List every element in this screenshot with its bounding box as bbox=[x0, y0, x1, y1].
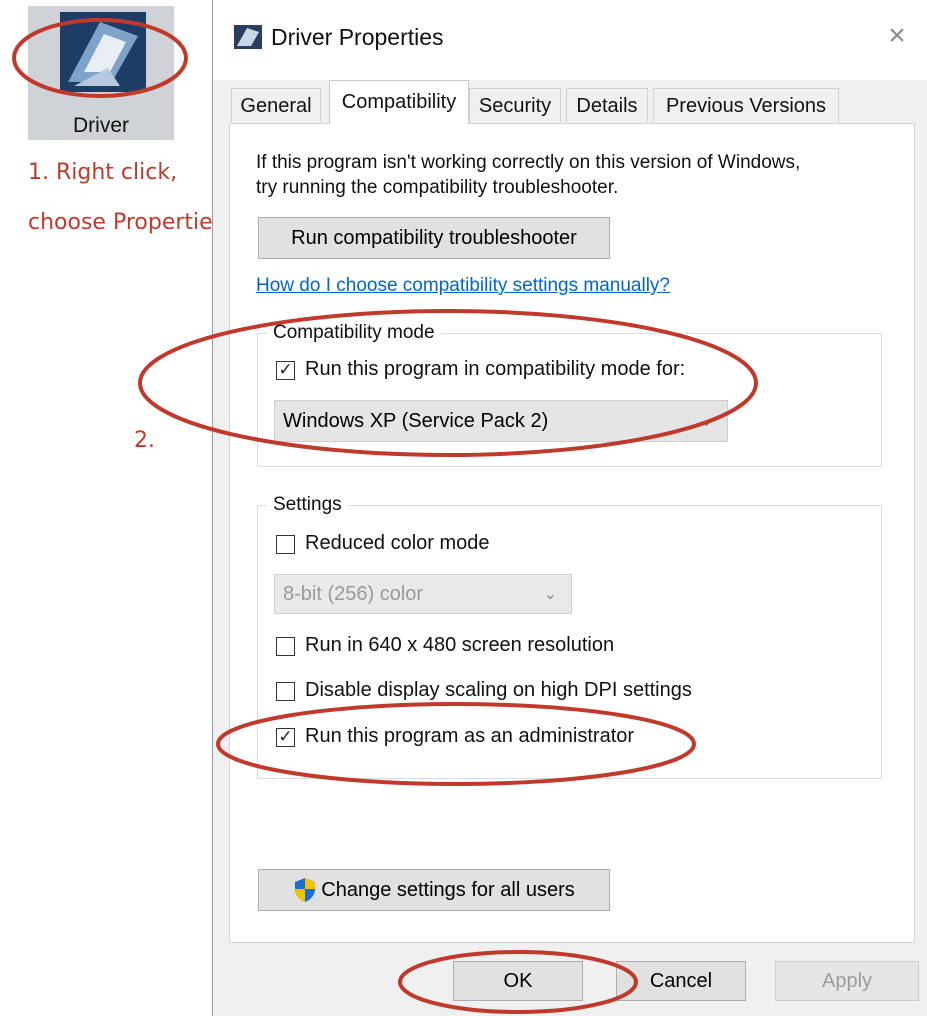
driver-title-icon bbox=[234, 25, 262, 49]
intro-line-1: If this program isn't working correctly … bbox=[256, 152, 801, 173]
settings-legend: Settings bbox=[267, 494, 348, 516]
close-icon[interactable]: × bbox=[881, 20, 913, 52]
change-settings-all-users-button[interactable]: Change settings for all users bbox=[258, 869, 610, 911]
run-as-admin-checkbox[interactable]: ✓ bbox=[276, 728, 295, 747]
intro-line-2: try running the compatibility troublesho… bbox=[256, 177, 619, 198]
step1-annotation-line1: 1. Right click, bbox=[28, 160, 178, 185]
chevron-down-icon: ⌄ bbox=[543, 586, 557, 603]
run-as-admin-label: Run this program as an administrator bbox=[305, 725, 635, 747]
reduced-color-checkbox[interactable] bbox=[276, 535, 295, 554]
os-version-value: Windows XP (Service Pack 2) bbox=[283, 409, 549, 432]
help-link[interactable]: How do I choose compatibility settings m… bbox=[256, 275, 670, 297]
resolution-checkbox[interactable] bbox=[276, 637, 295, 656]
tab-general[interactable]: General bbox=[231, 88, 321, 122]
change-settings-label: Change settings for all users bbox=[321, 878, 575, 901]
compatibility-mode-legend: Compatibility mode bbox=[267, 322, 441, 344]
title-bar[interactable]: Driver Properties × bbox=[213, 0, 927, 80]
intro-text: If this program isn't working correctly … bbox=[256, 150, 896, 200]
uac-shield-icon bbox=[295, 878, 316, 902]
step2-annotation: 2. bbox=[134, 428, 155, 453]
dialog-title: Driver Properties bbox=[271, 24, 444, 50]
resolution-label: Run in 640 x 480 screen resolution bbox=[305, 634, 615, 656]
os-version-select[interactable]: Windows XP (Service Pack 2) ⌄ bbox=[274, 400, 728, 442]
reduced-color-label: Reduced color mode bbox=[305, 532, 490, 554]
tab-details[interactable]: Details bbox=[566, 88, 648, 122]
compat-mode-checkbox[interactable]: ✓ bbox=[276, 361, 295, 380]
driver-app-icon bbox=[60, 12, 146, 92]
tab-security[interactable]: Security bbox=[469, 88, 561, 122]
tab-compatibility[interactable]: Compatibility bbox=[329, 80, 469, 124]
properties-dialog: Driver Properties × General Compatibilit… bbox=[212, 0, 927, 1016]
ok-button[interactable]: OK bbox=[453, 961, 583, 1001]
desktop-icon-label: Driver bbox=[73, 114, 129, 137]
tab-previous-versions[interactable]: Previous Versions bbox=[653, 88, 839, 122]
chevron-down-icon: ⌄ bbox=[699, 413, 713, 430]
desktop-shortcut-driver[interactable]: Driver bbox=[28, 6, 174, 140]
compat-mode-checkbox-label: Run this program in compatibility mode f… bbox=[305, 358, 686, 380]
run-troubleshooter-button[interactable]: Run compatibility troubleshooter bbox=[258, 217, 610, 259]
step1-annotation-line2: choose Properties bbox=[28, 210, 225, 235]
color-depth-value: 8-bit (256) color bbox=[283, 582, 424, 605]
apply-button[interactable]: Apply bbox=[775, 961, 919, 1001]
dpi-scaling-label: Disable display scaling on high DPI sett… bbox=[305, 679, 692, 701]
dpi-scaling-checkbox[interactable] bbox=[276, 682, 295, 701]
cancel-button[interactable]: Cancel bbox=[616, 961, 746, 1001]
color-depth-select[interactable]: 8-bit (256) color ⌄ bbox=[274, 574, 572, 614]
